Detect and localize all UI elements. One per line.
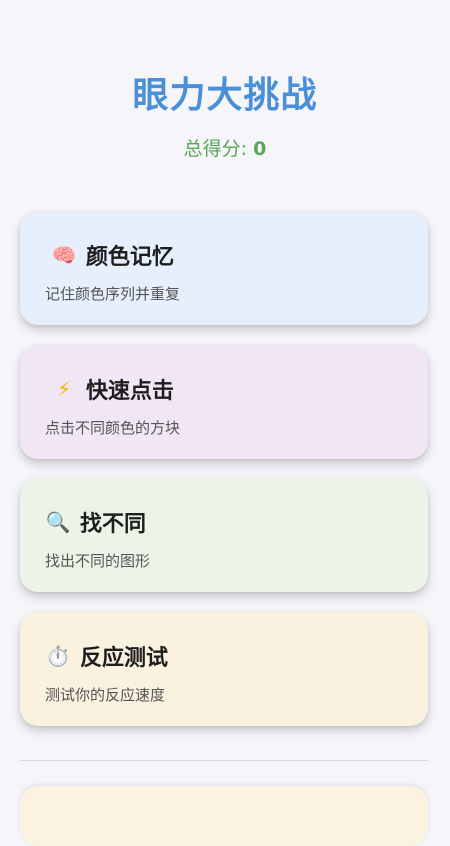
card-description: 找出不同的图形	[45, 552, 151, 570]
card-title-row: 🔍 找不同	[40, 506, 146, 538]
lightning-icon: ⚡	[56, 377, 72, 401]
divider	[20, 760, 428, 761]
card-title-row: 🧠 颜色记忆	[46, 239, 174, 271]
magnifier-icon: 🔍	[45, 510, 71, 534]
game-card-color-memory[interactable]: 🧠 颜色记忆 记住颜色序列并重复	[20, 211, 428, 325]
page-title: 眼力大挑战	[132, 75, 318, 116]
score-label: 总得分:	[183, 138, 248, 160]
game-card-reaction-test[interactable]: ⏱️ 反应测试 测试你的反应速度	[20, 612, 428, 726]
card-title: 颜色记忆	[86, 245, 175, 270]
brain-icon: 🧠	[51, 243, 77, 267]
total-score: 总得分: 0	[0, 134, 450, 161]
game-card-spot-difference[interactable]: 🔍 找不同 找出不同的图形	[20, 478, 428, 592]
card-description: 点击不同颜色的方块	[45, 419, 181, 437]
card-title: 快速点击	[86, 379, 175, 404]
game-card-quick-click[interactable]: ⚡ 快速点击 点击不同颜色的方块	[20, 345, 428, 459]
card-title: 反应测试	[80, 646, 169, 671]
card-title-row: ⏱️ 反应测试	[40, 640, 168, 672]
card-description: 测试你的反应速度	[45, 686, 166, 704]
game-card-partial[interactable]	[20, 786, 428, 846]
card-title-row: ⚡ 快速点击	[46, 373, 174, 405]
card-description: 记住颜色序列并重复	[45, 285, 181, 303]
card-title: 找不同	[80, 512, 147, 537]
stopwatch-icon: ⏱️	[45, 644, 71, 668]
score-value: 0	[253, 138, 267, 160]
